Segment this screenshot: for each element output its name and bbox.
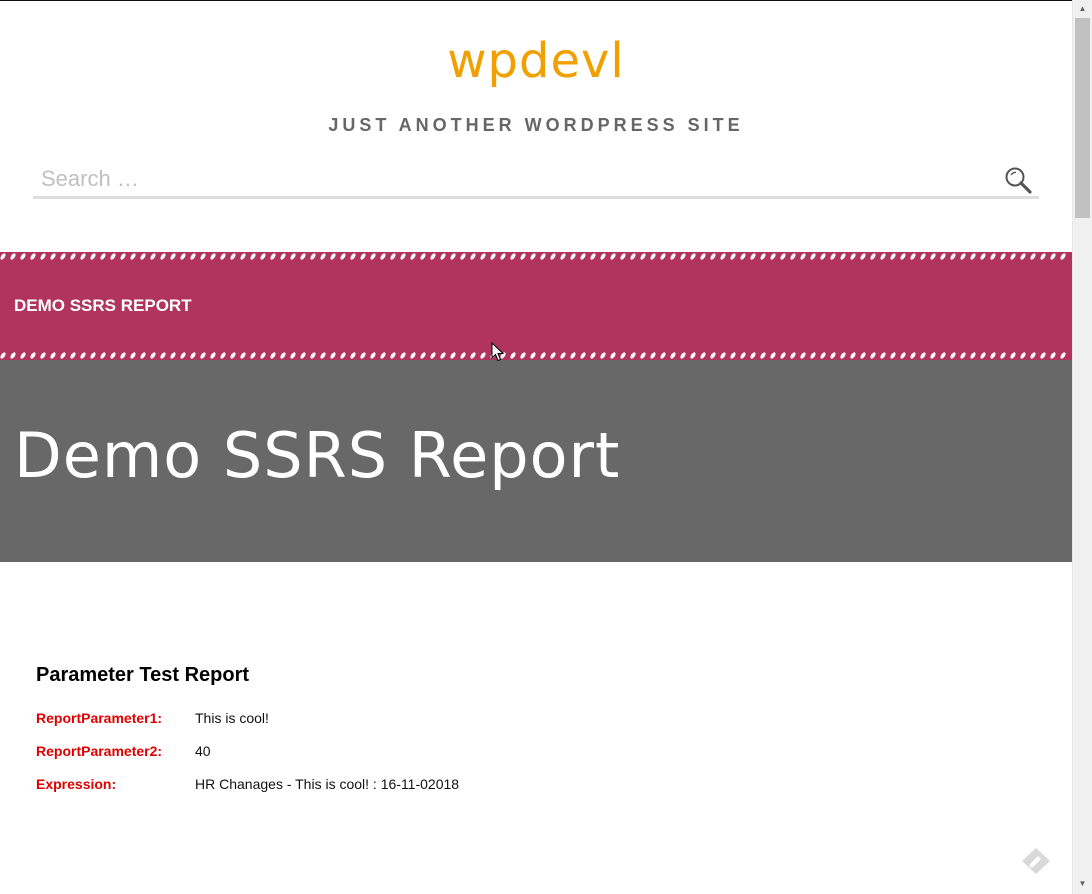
scroll-up-arrow-icon[interactable]: ▲ (1073, 0, 1092, 17)
browser-viewport: wpdevl JUST ANOTHER WORDPRESS SITE DEMO … (0, 0, 1072, 894)
report-parameter-row: ReportParameter2: 40 (36, 734, 936, 767)
report-title: Parameter Test Report (36, 664, 250, 686)
report-parameter-row: ReportParameter1: This is cool! (36, 701, 936, 734)
parameter-label: Expression: (36, 775, 117, 792)
vertical-scrollbar[interactable]: ▲ ▼ (1072, 0, 1092, 894)
page-hero: Demo SSRS Report (0, 360, 1072, 562)
report-parameter-row: Expression: HR Chanages - This is cool! … (36, 767, 936, 800)
scroll-down-arrow-icon[interactable]: ▼ (1073, 875, 1092, 892)
parameter-value: 40 (195, 742, 211, 759)
parameter-value: HR Chanages - This is cool! : 16-11-0201… (195, 775, 460, 792)
search-icon[interactable] (1003, 165, 1033, 195)
nav-item-demo-ssrs-report[interactable]: DEMO SSRS REPORT (14, 296, 192, 316)
rope-border-top (0, 252, 1072, 261)
rope-border-bottom (0, 351, 1072, 360)
feedback-icon[interactable] (1020, 846, 1052, 876)
parameter-value: This is cool! (195, 709, 269, 726)
parameter-label: ReportParameter1: (36, 709, 163, 726)
site-tagline: JUST ANOTHER WORDPRESS SITE (328, 115, 744, 135)
site-title[interactable]: wpdevl (0, 31, 1072, 91)
parameter-label: ReportParameter2: (36, 742, 163, 759)
search-form (33, 161, 1039, 199)
search-input[interactable] (33, 161, 983, 197)
ssrs-report: Parameter Test Report ReportParameter1: … (36, 664, 936, 800)
primary-navigation: DEMO SSRS REPORT (0, 252, 1072, 360)
page-title: Demo SSRS Report (14, 419, 621, 492)
scrollbar-thumb[interactable] (1075, 18, 1090, 218)
